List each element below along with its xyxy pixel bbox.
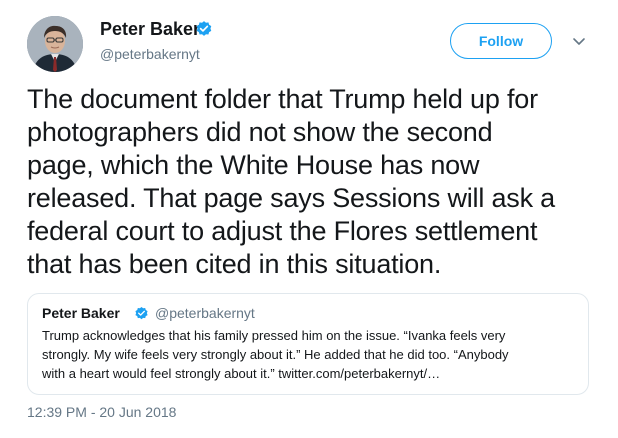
tweet-text-line: page, which the White House has now bbox=[27, 150, 480, 180]
verified-badge-icon bbox=[135, 306, 148, 320]
tweet-text: The document folder that Trump held up f… bbox=[27, 83, 602, 281]
quoted-text-line: with a heart would feel strongly about i… bbox=[42, 366, 441, 381]
author-name[interactable]: Peter Baker bbox=[100, 19, 200, 40]
verified-badge-icon bbox=[196, 21, 212, 36]
tweet-card: Peter Baker @peterbakernyt Follow The do… bbox=[0, 0, 618, 438]
follow-button[interactable]: Follow bbox=[450, 23, 552, 59]
quoted-author-name: Peter Baker bbox=[42, 305, 120, 321]
quoted-tweet-card[interactable]: Peter Baker @peterbakernyt Trump acknowl… bbox=[27, 293, 589, 395]
tweet-text-line: The document folder that Trump held up f… bbox=[27, 84, 538, 114]
tweet-text-line: that has been cited in this situation. bbox=[27, 249, 442, 279]
chevron-down-icon[interactable] bbox=[571, 33, 587, 49]
tweet-timestamp[interactable]: 12:39 PM - 20 Jun 2018 bbox=[27, 404, 176, 420]
quoted-tweet-text: Trump acknowledges that his family press… bbox=[42, 326, 578, 383]
quoted-text-line: strongly. My wife feels very strongly ab… bbox=[42, 347, 509, 362]
person-portrait-icon bbox=[27, 16, 83, 72]
tweet-text-line: released. That page says Sessions will a… bbox=[27, 183, 555, 213]
tweet-text-line: federal court to adjust the Flores settl… bbox=[27, 216, 538, 246]
author-avatar[interactable] bbox=[27, 16, 83, 72]
author-handle[interactable]: @peterbakernyt bbox=[100, 46, 200, 62]
quoted-text-line: Trump acknowledges that his family press… bbox=[42, 328, 506, 343]
quoted-author-handle: @peterbakernyt bbox=[155, 305, 255, 321]
tweet-text-line: photographers did not show the second bbox=[27, 117, 493, 147]
